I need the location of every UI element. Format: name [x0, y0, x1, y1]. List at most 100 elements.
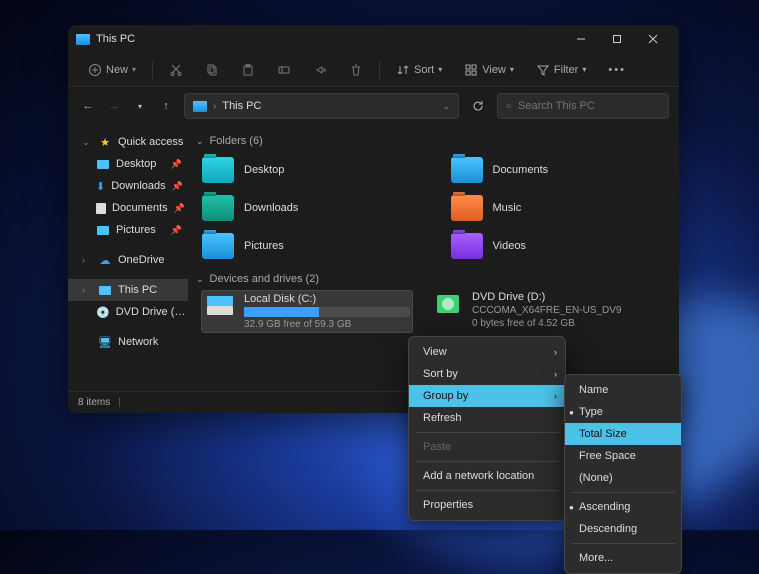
more-button[interactable]: ••• — [602, 60, 632, 80]
sidebar-item-pictures[interactable]: Pictures 📌 — [68, 219, 188, 241]
sidebar-onedrive[interactable]: › ☁ OneDrive — [68, 249, 188, 271]
sidebar-item-documents[interactable]: Documents 📌 — [68, 197, 188, 219]
disc-icon — [432, 291, 464, 317]
folder-desktop[interactable]: Desktop — [202, 153, 431, 187]
view-label: View — [482, 64, 506, 76]
documents-icon — [96, 202, 106, 214]
group-label: Folders (6) — [210, 135, 263, 147]
new-button[interactable]: New ▾ — [82, 59, 142, 81]
ctx-sort-by[interactable]: Sort by› — [409, 363, 565, 385]
context-menu: View› Sort by› Group by› Refresh Paste A… — [408, 336, 566, 521]
ctx-group-none[interactable]: (None) — [565, 467, 681, 489]
paste-button[interactable] — [235, 59, 261, 81]
folder-documents[interactable]: Documents — [451, 153, 680, 187]
pin-icon: 📌 — [172, 181, 183, 192]
sidebar-quick-access[interactable]: ⌄ ★ Quick access — [68, 131, 188, 153]
folder-label: Documents — [493, 164, 549, 176]
drive-dvd-d[interactable]: DVD Drive (D:) CCCOMA_X64FRE_EN-US_DV9 0… — [432, 291, 642, 332]
desktop-icon — [96, 158, 110, 170]
folder-label: Pictures — [244, 240, 284, 252]
folder-icon — [202, 195, 234, 221]
star-icon: ★ — [98, 136, 112, 148]
folder-music[interactable]: Music — [451, 191, 680, 225]
file-explorer-window: This PC New ▾ Sort▾ View▾ — [68, 25, 679, 413]
delete-icon — [349, 63, 363, 77]
copy-icon — [205, 63, 219, 77]
drives-group-header[interactable]: ⌄ Devices and drives (2) — [196, 273, 679, 285]
address-bar[interactable]: › This PC ⌄ — [184, 93, 459, 119]
ctx-properties[interactable]: Properties — [409, 494, 565, 516]
folder-label: Music — [493, 202, 522, 214]
ctx-group-name[interactable]: Name — [565, 379, 681, 401]
ctx-group-more[interactable]: More... — [565, 547, 681, 569]
delete-button[interactable] — [343, 59, 369, 81]
filter-label: Filter — [554, 64, 578, 76]
sidebar-item-label: Quick access — [118, 136, 183, 148]
network-icon: 🖥 — [98, 336, 112, 348]
chevron-right-icon: › — [82, 255, 92, 265]
search-input[interactable] — [518, 100, 660, 112]
rename-icon — [277, 63, 291, 77]
sort-label: Sort — [414, 64, 434, 76]
view-button[interactable]: View▾ — [458, 59, 520, 81]
sort-button[interactable]: Sort▾ — [390, 59, 448, 81]
chevron-down-icon[interactable]: ⌄ — [442, 101, 450, 112]
folder-label: Videos — [493, 240, 526, 252]
ctx-add-network-location[interactable]: Add a network location — [409, 465, 565, 487]
ctx-group-ascending[interactable]: ●Ascending — [565, 496, 681, 518]
folder-label: Desktop — [244, 164, 284, 176]
sidebar-item-label: OneDrive — [118, 254, 164, 266]
pin-icon: 📌 — [171, 159, 182, 170]
drive-sub: 32.9 GB free of 59.3 GB — [244, 319, 410, 330]
drive-icon — [204, 293, 236, 319]
ctx-group-descending[interactable]: Descending — [565, 518, 681, 540]
sidebar-item-label: Network — [118, 336, 158, 348]
maximize-button[interactable] — [599, 25, 635, 53]
folder-icon — [202, 157, 234, 183]
ctx-group-by[interactable]: Group by› — [409, 385, 565, 407]
cloud-icon: ☁ — [98, 254, 112, 266]
ctx-group-free-space[interactable]: Free Space — [565, 445, 681, 467]
chevron-down-icon: ⌄ — [196, 136, 204, 147]
refresh-icon — [471, 99, 485, 113]
sidebar-dvd-drive[interactable]: 💿 DVD Drive (D:) CCCO… — [68, 301, 188, 323]
folders-group-header[interactable]: ⌄ Folders (6) — [196, 135, 679, 147]
address-path: This PC — [222, 100, 436, 112]
sidebar-this-pc[interactable]: › This PC — [68, 279, 188, 301]
ctx-view[interactable]: View› — [409, 341, 565, 363]
folder-icon — [202, 233, 234, 259]
filter-button[interactable]: Filter▾ — [530, 59, 592, 81]
sidebar-item-downloads[interactable]: ⬇ Downloads 📌 — [68, 175, 188, 197]
rename-button[interactable] — [271, 59, 297, 81]
pin-icon: 📌 — [171, 225, 182, 236]
chevron-down-icon: ⌄ — [82, 137, 92, 148]
minimize-button[interactable] — [563, 25, 599, 53]
folder-label: Downloads — [244, 202, 298, 214]
recent-button[interactable]: ▾ — [130, 96, 150, 116]
context-submenu-group-by: Name ●Type Total Size Free Space (None) … — [564, 374, 682, 574]
cut-button[interactable] — [163, 59, 189, 81]
drive-local-disk-c[interactable]: Local Disk (C:) 32.9 GB free of 59.3 GB — [202, 291, 412, 332]
close-button[interactable] — [635, 25, 671, 53]
sidebar-item-desktop[interactable]: Desktop 📌 — [68, 153, 188, 175]
forward-button[interactable]: → — [104, 96, 124, 116]
copy-button[interactable] — [199, 59, 225, 81]
chevron-right-icon: › — [213, 101, 216, 112]
share-icon — [313, 63, 327, 77]
search-box[interactable] — [497, 93, 669, 119]
sidebar-item-label: Downloads — [111, 180, 165, 192]
sidebar-network[interactable]: › 🖥 Network — [68, 331, 188, 353]
folder-videos[interactable]: Videos — [451, 229, 680, 263]
ctx-group-total-size[interactable]: Total Size — [565, 423, 681, 445]
refresh-button[interactable] — [467, 95, 489, 117]
sort-icon — [396, 63, 410, 77]
share-button[interactable] — [307, 59, 333, 81]
plus-circle-icon — [88, 63, 102, 77]
folder-downloads[interactable]: Downloads — [202, 191, 431, 225]
paste-icon — [241, 63, 255, 77]
ctx-refresh[interactable]: Refresh — [409, 407, 565, 429]
up-button[interactable]: ↑ — [156, 96, 176, 116]
folder-pictures[interactable]: Pictures — [202, 229, 431, 263]
back-button[interactable]: ← — [78, 96, 98, 116]
ctx-group-type[interactable]: ●Type — [565, 401, 681, 423]
